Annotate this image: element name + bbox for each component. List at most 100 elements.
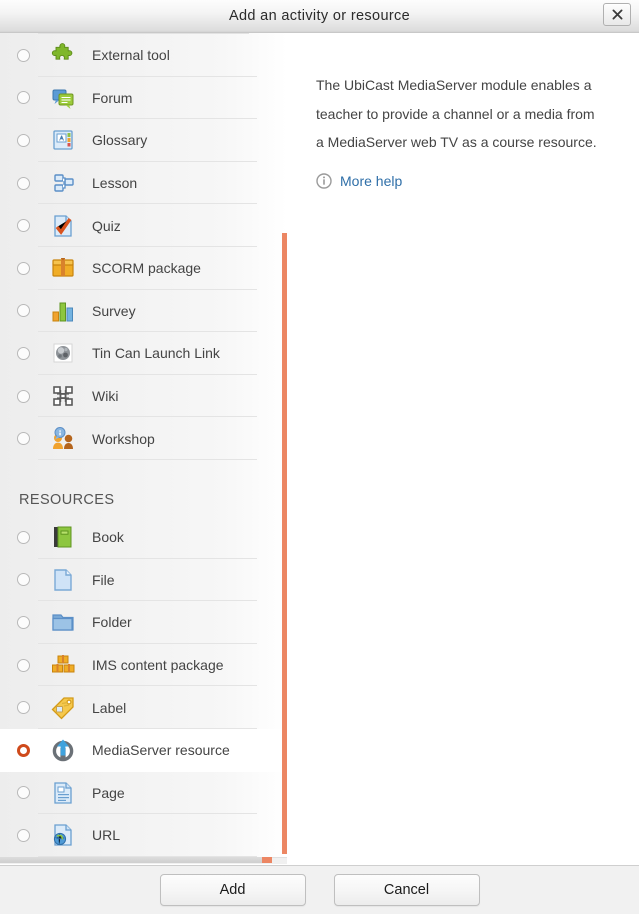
radio-quiz[interactable]	[17, 219, 30, 233]
radio-page[interactable]	[17, 786, 30, 800]
list-item[interactable]: Glossary	[0, 119, 287, 162]
radio-label[interactable]	[17, 701, 30, 715]
list-item-label: Label	[92, 699, 127, 716]
list-item[interactable]: SCORM package	[0, 247, 287, 290]
add-activity-dialog: Add an activity or resource External too…	[0, 0, 639, 914]
module-list-scroll: External tool Forum Glossary Lesson Quiz SCOR…	[0, 33, 287, 857]
dialog-title: Add an activity or resource	[228, 8, 411, 24]
list-item[interactable]: Book	[0, 516, 287, 559]
module-icon	[48, 211, 78, 241]
list-item-label: Forum	[92, 89, 133, 106]
quiz-icon	[54, 215, 72, 237]
row-divider	[38, 458, 257, 460]
scorm-icon	[52, 258, 74, 277]
book-icon	[54, 526, 72, 548]
module-icon	[48, 338, 78, 368]
radio-ims-content-package[interactable]	[17, 658, 30, 672]
list-item-label: IMS content package	[92, 657, 224, 674]
radio-mediaserver-resource[interactable]	[17, 743, 30, 757]
forum-icon	[52, 89, 74, 109]
module-detail-pane: The UbiCast MediaServer module enables a…	[288, 33, 639, 857]
list-item[interactable]: MediaServer resource	[0, 728, 287, 772]
horizontal-scrollbar[interactable]	[0, 857, 287, 865]
list-item[interactable]: URL	[0, 814, 287, 857]
list-item[interactable]: Wiki	[0, 375, 287, 418]
list-item[interactable]: Workshop	[0, 417, 287, 460]
survey-icon	[52, 302, 73, 322]
module-icon	[48, 607, 78, 637]
module-icon	[48, 820, 78, 850]
close-button[interactable]	[603, 3, 631, 26]
wiki-icon	[53, 386, 73, 406]
module-icon	[48, 296, 78, 326]
list-item[interactable]: Page	[0, 772, 287, 815]
list-item[interactable]: IMS content package	[0, 644, 287, 687]
close-icon	[612, 9, 622, 20]
module-icon	[48, 522, 78, 552]
radio-wiki[interactable]	[17, 389, 30, 403]
module-icon	[48, 565, 78, 595]
radio-tin-can-launch-link[interactable]	[17, 346, 30, 360]
list-item[interactable]: Folder	[0, 601, 287, 644]
list-item[interactable]: Tin Can Launch Link	[0, 332, 287, 375]
list-item-label: Tin Can Launch Link	[92, 345, 220, 362]
list-item-label: Quiz	[92, 217, 121, 234]
horizontal-scrollbar-thumb[interactable]	[0, 857, 262, 863]
radio-survey[interactable]	[17, 304, 30, 318]
list-item[interactable]: Forum	[0, 77, 287, 120]
list-item[interactable]: Survey	[0, 290, 287, 333]
glossary-icon	[53, 130, 73, 151]
list-item-label: URL	[92, 827, 121, 844]
page-icon	[54, 782, 72, 804]
list-item[interactable]: Lesson	[0, 162, 287, 205]
module-icon	[48, 125, 78, 155]
radio-external-tool[interactable]	[17, 48, 30, 62]
cancel-button[interactable]: Cancel	[333, 874, 480, 906]
list-item-label: External tool	[92, 47, 170, 64]
list-item[interactable]: Label	[0, 686, 287, 729]
list-item-label: File	[92, 571, 115, 588]
radio-lesson[interactable]	[17, 176, 30, 190]
module-icon	[48, 40, 78, 70]
radio-forum[interactable]	[17, 91, 30, 105]
list-item[interactable]: Quiz	[0, 204, 287, 247]
dialog-footer: Add Cancel	[0, 865, 639, 914]
module-description: The UbiCast MediaServer module enables a…	[316, 77, 597, 150]
info-circle-icon	[316, 172, 332, 189]
vertical-scrollbar-thumb[interactable]	[282, 233, 287, 854]
list-item[interactable]: External tool	[0, 34, 287, 77]
module-list: External tool Forum Glossary Lesson Quiz SCOR…	[0, 33, 287, 857]
module-list-pane: External tool Forum Glossary Lesson Quiz SCOR…	[0, 33, 288, 857]
list-item-label: MediaServer resource	[92, 742, 230, 759]
list-item-label: Book	[92, 529, 124, 546]
dialog-titlebar: Add an activity or resource	[0, 0, 639, 33]
folder-icon	[52, 614, 74, 632]
module-icon	[48, 381, 78, 411]
more-help-link[interactable]: More help	[340, 173, 402, 189]
radio-url[interactable]	[17, 828, 30, 842]
ims-package-icon	[52, 655, 75, 673]
radio-book[interactable]	[17, 530, 30, 544]
workshop-icon	[53, 426, 73, 449]
section-heading-resources: RESOURCES	[19, 491, 115, 508]
horizontal-scrollbar-end-marker	[262, 857, 272, 863]
radio-file[interactable]	[17, 573, 30, 587]
vertical-scrollbar[interactable]	[282, 33, 287, 857]
radio-workshop[interactable]	[17, 432, 30, 446]
list-item-label: Lesson	[92, 175, 138, 192]
list-item-label: SCORM package	[92, 260, 201, 277]
tincan-icon	[53, 343, 73, 363]
module-icon	[48, 778, 78, 808]
module-icon	[48, 735, 78, 765]
radio-folder[interactable]	[17, 615, 30, 629]
dialog-body: External tool Forum Glossary Lesson Quiz SCOR…	[0, 33, 639, 857]
more-help-row: More help	[316, 173, 605, 189]
module-icon	[48, 424, 78, 454]
puzzle-icon	[51, 43, 73, 60]
list-item[interactable]: File	[0, 559, 287, 602]
list-item-label: Workshop	[92, 430, 155, 447]
radio-scorm-package[interactable]	[17, 261, 30, 275]
radio-glossary[interactable]	[17, 133, 30, 147]
add-button[interactable]: Add	[159, 874, 306, 906]
label-tag-icon	[51, 696, 74, 720]
